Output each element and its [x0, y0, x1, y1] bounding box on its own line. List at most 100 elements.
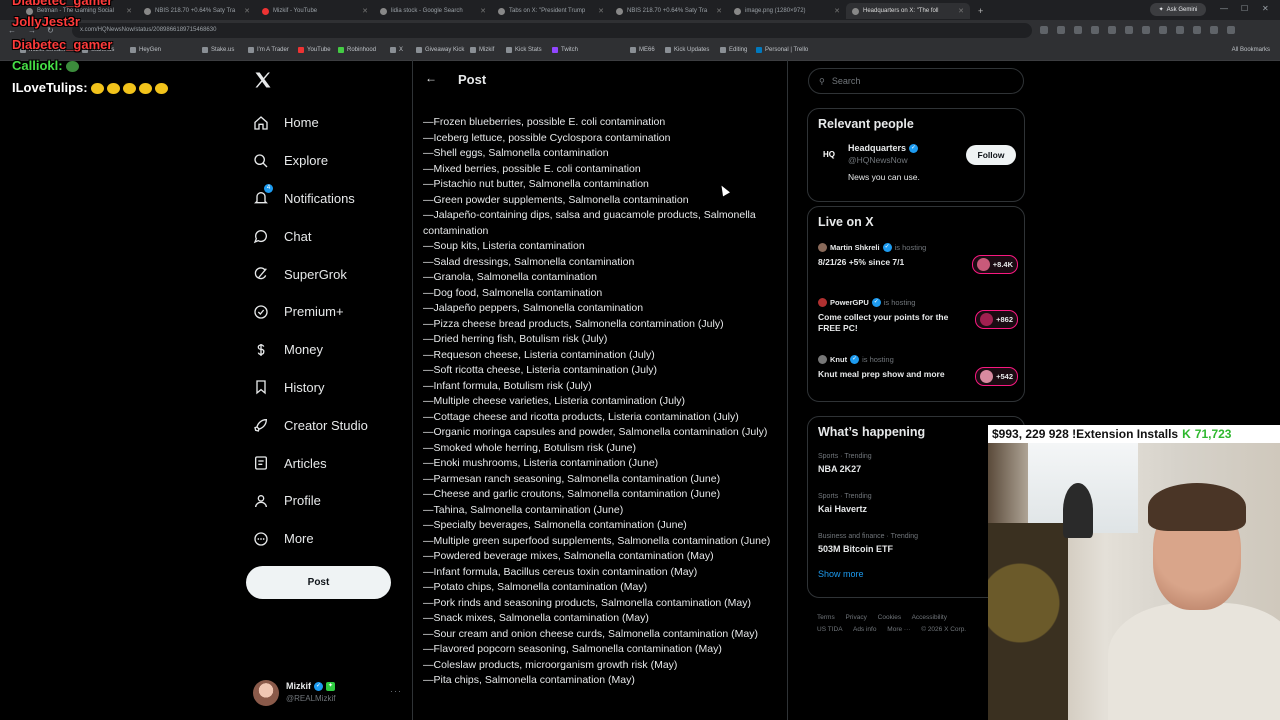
browser-tab[interactable]: NBIS 218.70 +0.64% Saty Tra ✕ — [138, 3, 256, 19]
live-item[interactable]: PowerGPU ✓ is hosting Come collect your po… — [818, 298, 1018, 334]
all-bookmarks-button[interactable]: All Bookmarks — [1232, 47, 1270, 53]
trello-icon — [756, 47, 762, 53]
search-input[interactable] — [829, 75, 1004, 87]
sidebar-item-creator-studio[interactable]: Creator Studio — [252, 406, 412, 444]
live-item[interactable]: Martin Shkreli ✓ is hosting 8/21/26 +5% si… — [818, 243, 1018, 274]
search-icon: ⚲ — [819, 76, 825, 86]
show-more-link[interactable]: Show more — [818, 569, 864, 579]
back-arrow-icon[interactable]: ← — [425, 71, 437, 85]
bookmark[interactable]: Twitch — [552, 47, 578, 53]
sidebar-item-home[interactable]: Home — [252, 104, 412, 142]
footer-link[interactable]: Ads info — [853, 626, 877, 633]
maximize-icon[interactable]: ☐ — [1241, 4, 1248, 13]
more-options-icon[interactable]: ··· — [390, 686, 402, 696]
close-icon[interactable]: ✕ — [244, 7, 250, 15]
follow-button[interactable]: Follow — [966, 145, 1016, 165]
sidebar-item-supergrok[interactable]: SuperGrok — [252, 255, 412, 293]
extension-icon[interactable] — [1176, 26, 1184, 34]
bookmark[interactable]: Robinhood — [338, 47, 376, 53]
bookmark[interactable]: Kick Stats — [506, 47, 542, 53]
list-item: —Infant formula, Botulism risk (July) — [423, 379, 592, 392]
sidebar-item-money[interactable]: Money — [252, 331, 412, 369]
bookmark[interactable]: YouTube — [298, 47, 331, 53]
bookmark[interactable]: I'm A Trader — [248, 47, 289, 53]
footer-link[interactable]: Cookies — [878, 614, 901, 621]
browser-tab-active[interactable]: Headquarters on X: "The foll ✕ — [846, 3, 970, 19]
zoom-icon[interactable] — [1040, 26, 1048, 34]
listener-count: +8.4K — [971, 255, 1018, 274]
sidebar-item-articles[interactable]: Articles — [252, 444, 412, 482]
bookmark[interactable]: Editing — [720, 47, 747, 53]
browser-tab[interactable]: Mizkif - YouTube ✕ — [256, 3, 374, 19]
extension-icon[interactable] — [1108, 26, 1116, 34]
ask-gemini-button[interactable]: ✦ Ask Gemini — [1150, 3, 1206, 16]
sidebar-item-chat[interactable]: Chat — [252, 217, 412, 255]
account-switcher[interactable]: Mizkif ✓ ✦ @REALMizkif ··· — [253, 678, 403, 710]
bookmark[interactable]: Mizkif — [470, 47, 494, 53]
avatar[interactable]: HQ — [818, 144, 840, 166]
footer-link[interactable]: Accessibility — [912, 614, 947, 621]
bookmark[interactable]: Personal | Trello — [756, 47, 808, 53]
trend-name: NBA 2K27 — [818, 464, 862, 474]
emote-icon — [106, 83, 120, 95]
trend-item[interactable]: Business and finance · Trending 503M Bit… — [818, 533, 918, 554]
trend-item[interactable]: Sports · Trending Kai Havertz — [818, 493, 872, 514]
browser-tab[interactable]: Tabs on X: "President Trump ✕ — [492, 3, 610, 19]
bookmark[interactable]: HeyGen — [130, 47, 161, 53]
footer-link[interactable]: US TIDA — [817, 626, 843, 633]
list-item: —Dried herring fish, Botulism risk (July… — [423, 333, 608, 345]
extension-icon[interactable] — [1125, 26, 1133, 34]
sidebar-item-history[interactable]: History — [252, 369, 412, 407]
star-icon[interactable] — [1074, 26, 1082, 34]
x-favicon-icon — [498, 7, 505, 15]
x-favicon-icon — [852, 7, 859, 15]
bookmark[interactable]: X — [390, 47, 403, 53]
x-logo-icon[interactable] — [253, 70, 273, 90]
sidebar-item-explore[interactable]: Explore — [252, 142, 412, 180]
browser-tab[interactable]: NBIS 218.70 +0.64% Saty Tra ✕ — [610, 3, 728, 19]
footer-link[interactable]: Privacy — [846, 614, 867, 621]
search-box[interactable]: ⚲ — [808, 68, 1024, 94]
post-button[interactable]: Post — [246, 566, 391, 599]
user-name[interactable]: Headquarters — [848, 143, 906, 153]
menu-icon[interactable] — [1227, 26, 1235, 34]
profile-icon[interactable] — [1210, 26, 1218, 34]
bookmark[interactable]: Kick Updates — [665, 47, 709, 53]
extension-icon[interactable] — [1193, 26, 1201, 34]
browser-tab[interactable]: lidia stock - Google Search ✕ — [374, 3, 492, 19]
sidebar-item-more[interactable]: More — [252, 520, 412, 558]
footer-link[interactable]: More ··· — [887, 626, 910, 633]
bookmarks-bar: Mizkif Stream Stake.us HeyGen Stake.us I… — [0, 42, 1280, 61]
footer-links: Terms Privacy Cookies Accessibility US T… — [817, 612, 997, 636]
close-icon[interactable]: ✕ — [126, 7, 132, 15]
close-icon[interactable]: ✕ — [716, 7, 722, 15]
url-input[interactable]: x.com/HQNewsNow/status/20898661897154686… — [72, 23, 1032, 38]
close-icon[interactable]: ✕ — [480, 7, 486, 15]
sidebar-item-premium[interactable]: Premium+ — [252, 293, 412, 331]
close-icon[interactable]: ✕ — [598, 7, 604, 15]
close-icon[interactable]: ✕ — [834, 7, 840, 15]
listener-count: +862 — [975, 310, 1018, 329]
trend-item[interactable]: Sports · Trending NBA 2K27 — [818, 453, 872, 474]
close-icon[interactable]: ✕ — [958, 7, 964, 15]
close-window-icon[interactable]: ✕ — [1262, 4, 1269, 13]
bookmark[interactable]: Giveaway Kick — [416, 47, 464, 53]
extension-icon[interactable] — [1142, 26, 1150, 34]
browser-tab[interactable]: image.png (1280×972) ✕ — [728, 3, 846, 19]
emote-icon — [122, 83, 136, 95]
footer-link[interactable]: Terms — [817, 614, 835, 621]
new-tab-button[interactable]: + — [972, 3, 986, 19]
live-item[interactable]: Knut ✓ is hosting Knut meal prep show and … — [818, 355, 1018, 386]
close-icon[interactable]: ✕ — [362, 7, 368, 15]
extension-icon[interactable] — [1159, 26, 1167, 34]
minimize-icon[interactable]: — — [1220, 4, 1228, 13]
section-title: What’s happening — [818, 425, 926, 439]
share-icon[interactable] — [1057, 26, 1065, 34]
stream-ticker: $993, 229 928 !Extension Installs K 71,7… — [988, 425, 1280, 443]
list-item: —Iceberg lettuce, possible Cyclospora co… — [423, 131, 671, 144]
bookmark[interactable]: Stake.us — [202, 47, 234, 53]
extension-icon[interactable] — [1091, 26, 1099, 34]
sidebar-item-notifications[interactable]: 4 Notifications — [252, 180, 412, 218]
bookmark[interactable]: ME66 — [630, 47, 655, 53]
sidebar-item-profile[interactable]: Profile — [252, 482, 412, 520]
